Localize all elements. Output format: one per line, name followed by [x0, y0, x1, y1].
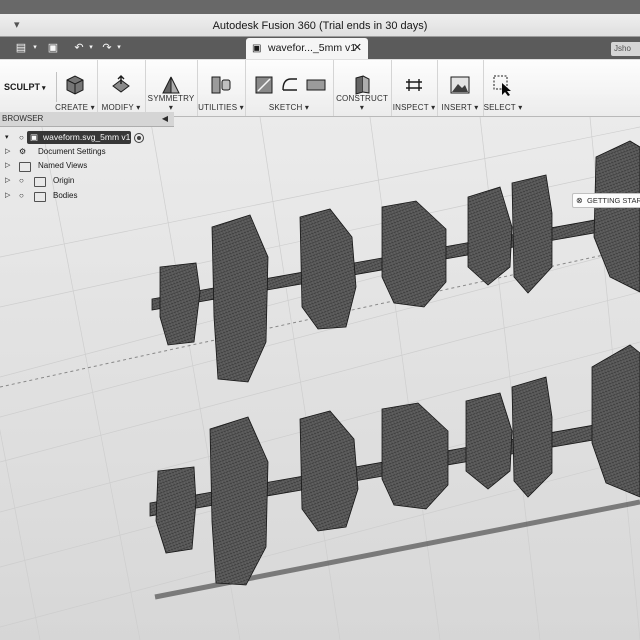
browser-item-bodies[interactable]: ▷ ○ Bodies	[0, 189, 172, 203]
toolbar-group-insert[interactable]: INSERT ▾	[437, 60, 484, 116]
save-icon[interactable]: ▣	[46, 41, 60, 55]
browser-item-document-settings[interactable]: ▷ ⚙ Document Settings	[0, 145, 172, 159]
construct-label: CONSTRUCT	[336, 94, 388, 103]
tab-bar: ▤ ▾ ▣ ↶ ▾ ↷ ▾ ▣ wavefor..._5mm v1 ✕ Jsho	[0, 37, 640, 59]
utilities-icon	[211, 76, 231, 94]
inspect-icon	[406, 79, 422, 91]
toolbar-group-inspect[interactable]: INSPECT ▾	[391, 60, 438, 116]
browser-item-label: Named Views	[38, 161, 88, 170]
activate-radio-icon[interactable]	[134, 133, 144, 143]
visibility-bulb-icon[interactable]: ○	[19, 189, 24, 203]
root-component[interactable]: ▣ waveform.svg_5mm v1	[27, 131, 131, 144]
browser-item-origin[interactable]: ▷ ○ Origin	[0, 174, 172, 188]
component-icon: ▣	[30, 132, 39, 142]
workspace-switcher[interactable]: SCULPT ▾	[0, 72, 57, 102]
redo-dropdown-icon[interactable]: ▾	[112, 41, 126, 55]
browser-item-label: Document Settings	[38, 147, 106, 156]
close-tab-icon[interactable]: ✕	[353, 38, 362, 59]
folder-icon	[19, 162, 31, 172]
folder-icon	[34, 192, 46, 202]
toolbar: SCULPT ▾ CREATE ▾ MODIFY ▾ SYMMETRY ▾ UT…	[0, 60, 640, 117]
browser-header[interactable]: BROWSER ◀	[0, 112, 174, 127]
toolbar-group-sketch[interactable]: SKETCH ▾	[245, 60, 334, 116]
browser-root-row[interactable]: ▾ ○ ▣ waveform.svg_5mm v1	[0, 131, 172, 145]
browser-title: BROWSER	[2, 114, 44, 123]
toolbar-group-modify[interactable]: MODIFY ▾	[97, 60, 146, 116]
browser-collapse-icon[interactable]: ◀	[160, 112, 170, 126]
expand-arrow-icon[interactable]: ▷	[5, 189, 10, 203]
insert-image-icon	[450, 76, 470, 94]
window-title: Autodesk Fusion 360 (Trial ends in 30 da…	[212, 20, 428, 32]
close-icon[interactable]: ⊗	[576, 194, 583, 207]
tab-document[interactable]: ▣ wavefor..._5mm v1 ✕	[246, 38, 368, 59]
visibility-bulb-icon[interactable]: ○	[19, 131, 24, 145]
file-dropdown-icon[interactable]: ▾	[28, 41, 42, 55]
browser-item-label: Origin	[53, 176, 75, 185]
folder-icon	[34, 177, 46, 187]
sketch-arc-icon	[282, 78, 297, 91]
create-box-icon	[66, 75, 84, 95]
toolbar-group-symmetry[interactable]: SYMMETRY ▾	[145, 60, 198, 116]
utilities-label: UTILITIES	[198, 103, 238, 112]
fusion-360-window: ▾ Autodesk Fusion 360 (Trial ends in 30 …	[0, 0, 640, 640]
gear-icon: ⚙	[19, 147, 27, 156]
browser-item-label: Bodies	[53, 191, 78, 200]
sketch-icon	[255, 76, 273, 94]
browser-item-named-views[interactable]: ▷ Named Views	[0, 159, 172, 173]
getting-started-button[interactable]: ⊗ GETTING STARTED	[572, 193, 640, 208]
file-menu-icon[interactable]: ▤	[14, 41, 28, 55]
select-arrow-icon	[493, 75, 511, 96]
construct-icon	[355, 75, 370, 95]
user-chip[interactable]: Jsho	[611, 42, 640, 56]
symmetry-icon	[162, 76, 180, 94]
expand-arrow-icon[interactable]: ▷	[5, 174, 10, 188]
visibility-bulb-icon[interactable]: ○	[19, 174, 24, 188]
sketch-label: SKETCH	[268, 103, 303, 112]
document-cube-icon: ▣	[252, 43, 262, 54]
toolbar-group-create[interactable]: CREATE ▾	[53, 60, 98, 116]
select-label: SELECT	[483, 103, 516, 112]
insert-label: INSERT	[441, 103, 472, 112]
inspect-label: INSPECT	[392, 103, 429, 112]
expand-arrow-icon[interactable]: ▷	[5, 159, 10, 173]
create-label: CREATE	[55, 103, 89, 112]
toolbar-group-utilities[interactable]: UTILITIES ▾	[197, 60, 246, 116]
toolbar-group-construct[interactable]: CONSTRUCT ▾	[333, 60, 392, 116]
expand-arrow-icon[interactable]: ▷	[5, 145, 10, 159]
modify-label: MODIFY	[101, 103, 134, 112]
sketch-rect-icon	[306, 79, 326, 91]
tab-document-label: wavefor..._5mm v1	[268, 42, 357, 54]
getting-started-label: GETTING STARTED	[587, 196, 640, 205]
modify-icon	[112, 75, 130, 93]
expand-arrow-icon[interactable]: ▾	[5, 131, 9, 145]
undo-dropdown-icon[interactable]: ▾	[84, 41, 98, 55]
symmetry-label: SYMMETRY	[147, 94, 195, 103]
workspace-label: SCULPT	[4, 82, 40, 92]
root-component-label: waveform.svg_5mm v1	[43, 132, 131, 142]
title-bar: ▾ Autodesk Fusion 360 (Trial ends in 30 …	[0, 0, 640, 37]
toolbar-group-select[interactable]: SELECT ▾	[483, 60, 523, 116]
